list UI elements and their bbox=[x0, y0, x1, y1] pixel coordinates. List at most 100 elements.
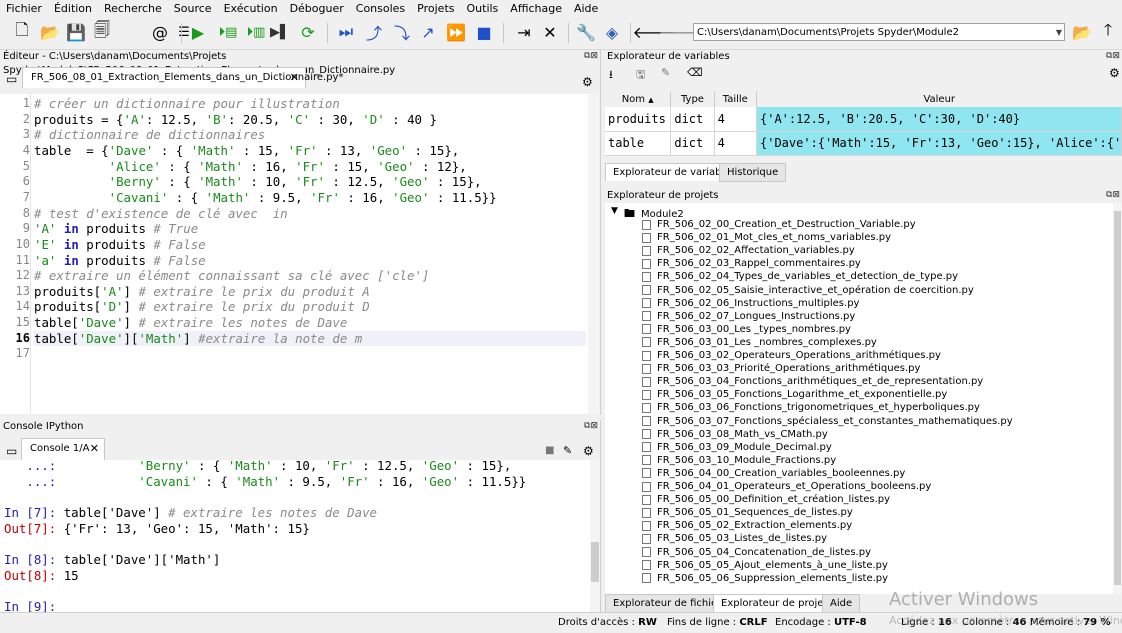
list-item[interactable]: FR_506_05_02_Extraction_elements.py bbox=[642, 519, 852, 532]
stop-icon[interactable]: ■ bbox=[474, 22, 494, 42]
browse-tabs-icon[interactable]: ▭ bbox=[6, 444, 17, 458]
clear-icon[interactable]: ✎ bbox=[563, 444, 572, 457]
pane-controls[interactable]: ⧉⊠ bbox=[584, 421, 598, 431]
code-token: 'Fr' bbox=[295, 174, 325, 190]
step-in-icon[interactable]: ⤵ bbox=[392, 22, 412, 43]
run-selection-icon[interactable]: ▶▌ bbox=[270, 22, 290, 42]
list-item[interactable]: FR_506_03_10_Module_Fractions.py bbox=[642, 454, 836, 467]
menu-item-aide[interactable]: Aide bbox=[568, 0, 604, 17]
list-item[interactable]: FR_506_03_00_Les _types_nombres.py bbox=[642, 323, 851, 336]
list-item[interactable]: FR_506_02_00_Creation_et_Destruction_Var… bbox=[642, 218, 916, 231]
menu-item-exécution[interactable]: Exécution bbox=[218, 0, 284, 17]
gear-icon[interactable]: ⚙ bbox=[582, 75, 593, 89]
working-directory-input[interactable]: C:\Users\danam\Documents\Projets Spyder\… bbox=[693, 23, 1065, 41]
tab-history[interactable]: Historique bbox=[719, 163, 787, 182]
chevron-down-icon[interactable]: ▼ bbox=[611, 206, 618, 216]
close-icon[interactable]: ✕ bbox=[90, 439, 99, 459]
list-item[interactable]: FR_506_03_01_Les _nombres_complexes.py bbox=[642, 336, 877, 349]
save-as-icon[interactable]: ✎ bbox=[661, 66, 670, 79]
list-item[interactable]: FR_506_04_01_Operateurs_et_Operations_bo… bbox=[642, 480, 931, 493]
open-file-icon[interactable]: 📂 bbox=[40, 22, 60, 42]
tab-help[interactable]: Aide bbox=[822, 594, 861, 613]
maximize-icon[interactable]: ⇥ bbox=[514, 22, 534, 42]
browse-tabs-icon[interactable]: ▭ bbox=[6, 72, 17, 86]
gear-icon[interactable]: ⚙ bbox=[1109, 66, 1120, 80]
menu-item-affichage[interactable]: Affichage bbox=[504, 0, 568, 17]
run-cell-advance-icon[interactable]: ⏵▥ bbox=[246, 22, 266, 42]
list-item[interactable]: FR_506_03_04_Fonctions_arithmétiques_et_… bbox=[642, 375, 983, 388]
list-item[interactable]: FR_506_03_09_Module_Decimal.py bbox=[642, 441, 832, 454]
console-tab[interactable]: Console 1/A ✕ bbox=[21, 438, 105, 460]
new-file-icon[interactable]: 🗋 bbox=[12, 20, 32, 42]
col-header-value[interactable]: Valeur bbox=[757, 91, 1122, 107]
list-item[interactable]: FR_506_05_06_Suppression_elements_liste.… bbox=[642, 572, 888, 585]
col-header-size[interactable]: Taille bbox=[714, 91, 758, 107]
list-item[interactable]: FR_506_02_03_Rappel_commentaires.py bbox=[642, 257, 861, 270]
list-item[interactable]: FR_506_03_07_Fonctions_spécialess_et_con… bbox=[642, 415, 1013, 428]
at-sign-icon[interactable]: @ bbox=[150, 22, 170, 42]
list-item[interactable]: FR_506_04_00_Creation_variables_booleenn… bbox=[642, 467, 905, 480]
menu-item-fichier[interactable]: Fichier bbox=[0, 0, 48, 17]
pane-controls[interactable]: ⧉⊠ bbox=[1106, 190, 1120, 200]
menu-item-déboguer[interactable]: Déboguer bbox=[284, 0, 350, 17]
col-header-type[interactable]: Type bbox=[670, 91, 715, 107]
save-icon[interactable]: 💾 bbox=[66, 22, 86, 42]
list-item[interactable]: FR_506_03_06_Fonctions_trigonometriques_… bbox=[642, 401, 980, 414]
rerun-icon[interactable]: ⟳ bbox=[298, 22, 318, 42]
list-item[interactable]: FR_506_02_06_Instructions_multiples.py bbox=[642, 297, 859, 310]
list-item[interactable]: FR_506_02_01_Mot_cles_et_noms_variables.… bbox=[642, 231, 891, 244]
list-item[interactable]: FR_506_03_08_Math_vs_CMath.py bbox=[642, 428, 828, 441]
list-item[interactable]: FR_506_03_02_Operateurs_Operations_arith… bbox=[642, 349, 941, 362]
save-data-icon[interactable]: 🖫 bbox=[636, 66, 645, 85]
list-item[interactable]: FR_506_05_03_Listes_de_listes.py bbox=[642, 532, 827, 545]
step-out-icon[interactable]: ↗ bbox=[418, 22, 438, 42]
table-row[interactable]: produits dict 4 {'A':12.5, 'B':20.5, 'C':30… bbox=[605, 107, 1122, 132]
console-tab-label: Console 1/A bbox=[30, 443, 90, 454]
list-item[interactable]: FR_506_02_05_Saisie_interactive_et_opéra… bbox=[642, 284, 974, 297]
up-arrow-icon[interactable]: 🡑 bbox=[1098, 20, 1118, 42]
run-icon[interactable]: ▶ bbox=[188, 22, 208, 42]
pane-controls[interactable]: ⧉⊠ bbox=[1106, 51, 1120, 61]
erase-icon[interactable]: ⌫ bbox=[687, 66, 703, 79]
debug-icon[interactable]: ⏭ bbox=[336, 22, 356, 42]
list-item[interactable]: FR_506_05_01_Sequences_de_listes.py bbox=[642, 506, 853, 519]
file-icon bbox=[642, 547, 651, 557]
list-item[interactable]: FR_506_02_02_Affectation_variables.py bbox=[642, 244, 855, 257]
console-scrollbar[interactable] bbox=[590, 460, 600, 612]
run-cell-icon[interactable]: ⏵▤ bbox=[218, 22, 238, 42]
chevron-down-icon[interactable]: ▼ bbox=[1056, 24, 1062, 42]
step-icon[interactable]: ⤴ bbox=[364, 22, 384, 43]
code-editor[interactable]: 1 # créer un dictionnaire pour illustrati… bbox=[0, 94, 588, 414]
stop-kernel-icon[interactable]: ■ bbox=[545, 445, 554, 456]
editor-scrollbar[interactable] bbox=[588, 94, 599, 414]
list-item[interactable]: FR_506_03_05_Fonctions_Logarithme_et_exp… bbox=[642, 388, 947, 401]
python-icon[interactable]: ◈ bbox=[602, 22, 622, 42]
list-item[interactable]: FR_506_05_05_Ajout_elements_à_une_liste.… bbox=[642, 559, 888, 572]
gear-icon[interactable]: ⚙ bbox=[583, 444, 594, 458]
menu-item-recherche[interactable]: Recherche bbox=[98, 0, 168, 17]
menu-item-édition[interactable]: Édition bbox=[48, 0, 98, 17]
pane-controls[interactable]: ⧉⊠ bbox=[584, 51, 598, 61]
fullscreen-icon[interactable]: ✕ bbox=[540, 22, 560, 42]
forward-arrow-icon[interactable]: 🡒 bbox=[659, 22, 702, 42]
import-data-icon[interactable]: ⭳ bbox=[609, 66, 613, 85]
folder-icon[interactable]: 📂 bbox=[1072, 22, 1092, 42]
project-tree-scrollbar[interactable] bbox=[1113, 203, 1122, 594]
menu-item-source[interactable]: Source bbox=[168, 0, 218, 17]
list-item[interactable]: FR_506_02_04_Types_de_variables_et_detec… bbox=[642, 270, 958, 283]
list-item[interactable]: FR_506_05_04_Concatenation_de_listes.py bbox=[642, 546, 871, 559]
editor-tab[interactable]: FR_506_08_01_Extraction_Elements_dans_un… bbox=[22, 67, 343, 88]
col-header-name[interactable]: Nom ▲ bbox=[605, 91, 672, 107]
continue-icon[interactable]: ⏩ bbox=[446, 22, 466, 42]
list-item[interactable]: FR_506_03_03_Priorité_Operations_arithmé… bbox=[642, 362, 920, 375]
menu-item-consoles[interactable]: Consoles bbox=[350, 0, 411, 17]
list-item[interactable]: FR_506_05_00_Definition_et_création_list… bbox=[642, 493, 890, 506]
wrench-icon[interactable]: 🔧 bbox=[576, 22, 596, 42]
list-item[interactable]: FR_506_02_07_Longues_Instructions.py bbox=[642, 310, 855, 323]
menu-item-projets[interactable]: Projets bbox=[411, 0, 460, 17]
menu-item-outils[interactable]: Outils bbox=[461, 0, 505, 17]
close-icon[interactable]: ✕ bbox=[290, 68, 299, 88]
console-output[interactable]: ...: 'Berny' : { 'Math' : 10, 'Fr' : 12.… bbox=[0, 458, 590, 614]
save-all-icon[interactable]: 🗐 bbox=[92, 20, 112, 42]
table-row[interactable]: table dict 4 {'Dave':{'Math':15, 'Fr':13, '… bbox=[605, 131, 1122, 156]
